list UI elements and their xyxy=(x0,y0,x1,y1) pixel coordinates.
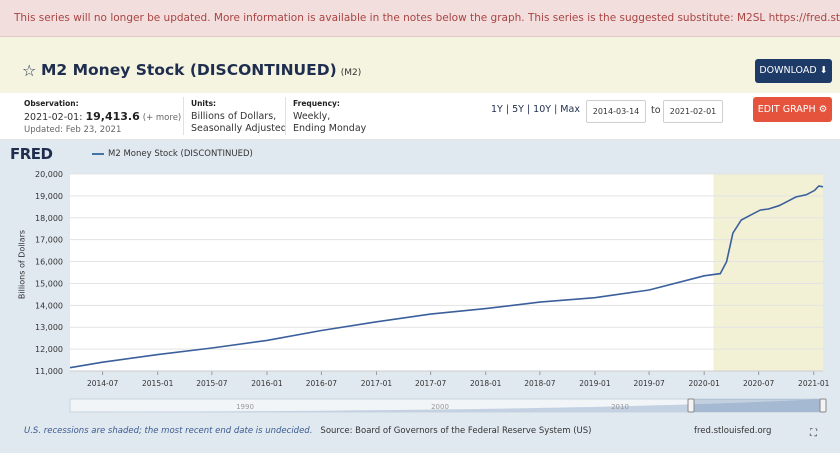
gear-icon: ⚙ xyxy=(818,104,828,115)
x-tick-label: 2016-01 xyxy=(251,379,283,388)
source-note: Source: Board of Governors of the Federa… xyxy=(320,426,592,436)
x-tick-label: 2018-07 xyxy=(524,379,556,388)
fred-logo: FRED xyxy=(10,145,53,163)
units-line1: Billions of Dollars, xyxy=(191,111,277,122)
range-selector[interactable]: 1Y | 5Y | 10Y | Max xyxy=(491,104,580,115)
end-date-input[interactable]: 2021-02-01 xyxy=(663,100,723,123)
y-tick-label: 18,000 xyxy=(35,214,63,223)
navigator-handle xyxy=(819,398,827,413)
x-tick-label: 2018-01 xyxy=(470,379,502,388)
frequency-block: Frequency: Weekly, Ending Monday xyxy=(293,98,366,135)
y-tick-label: 16,000 xyxy=(35,258,63,267)
units-label: Units: xyxy=(191,99,217,108)
observation-date: 2021-02-01: xyxy=(24,112,83,123)
chart-legend: M2 Money Stock (DISCONTINUED) xyxy=(92,149,253,159)
y-tick-label: 20,000 xyxy=(35,170,63,179)
series-code: (M2) xyxy=(340,68,362,78)
y-tick-label: 15,000 xyxy=(35,279,63,288)
frequency-line1: Weekly, xyxy=(293,111,331,122)
x-tick-label: 2017-07 xyxy=(415,379,447,388)
observation-label: Observation: xyxy=(24,99,79,108)
alert-text: This series will no longer be updated. M… xyxy=(14,12,766,24)
x-tick-label: 2020-01 xyxy=(689,379,721,388)
chart-panel: 11,000 12,000 13,000 14,000 15,000 16,000 17,0… xyxy=(0,140,840,453)
to-label: to xyxy=(651,105,661,116)
y-tick-label: 13,000 xyxy=(35,323,63,332)
x-tick-label: 2021-01 xyxy=(798,379,830,388)
edit-graph-button[interactable]: EDIT GRAPH ⚙ xyxy=(753,97,832,122)
line-chart: 11,000 12,000 13,000 14,000 15,000 16,000 17,0… xyxy=(35,170,830,413)
x-tick-label: 2015-01 xyxy=(142,379,174,388)
y-tick-label: 12,000 xyxy=(35,345,63,354)
start-date-input[interactable]: 2014-03-14 xyxy=(586,100,646,123)
navigator-label: 1990 xyxy=(236,403,254,411)
units-line2: Seasonally Adjusted xyxy=(191,123,287,134)
download-icon: ⬇ xyxy=(819,65,828,76)
frequency-label: Frequency: xyxy=(293,99,340,108)
x-tick-label: 2019-07 xyxy=(633,379,665,388)
y-tick-label: 11,000 xyxy=(35,367,63,376)
navigator-handle xyxy=(687,398,695,413)
recession-shade xyxy=(713,174,823,371)
series-meta: Observation: 2021-02-01: 19,413.6 (+ mor… xyxy=(0,93,840,140)
y-tick-label: 17,000 xyxy=(35,236,63,245)
discontinued-alert: This series will no longer be updated. M… xyxy=(0,0,840,37)
alert-substitute-link[interactable]: https://fred.stlouisfed.org/series/M2SL xyxy=(769,12,840,24)
y-tick-label: 14,000 xyxy=(35,301,63,310)
recession-note: U.S. recessions are shaded; the most rec… xyxy=(24,426,313,436)
x-tick-label: 2020-07 xyxy=(743,379,775,388)
navigator-label: 2000 xyxy=(431,403,449,411)
series-title: M2 Money Stock (DISCONTINUED) (M2) xyxy=(41,61,362,79)
legend-label: M2 Money Stock (DISCONTINUED) xyxy=(108,149,253,159)
series-title-bar: ☆ M2 Money Stock (DISCONTINUED) (M2) DOWN… xyxy=(0,37,840,93)
download-button[interactable]: DOWNLOAD ⬇ xyxy=(755,59,832,83)
y-tick-label: 19,000 xyxy=(35,192,63,201)
x-tick-label: 2015-07 xyxy=(196,379,228,388)
units-block: Units: Billions of Dollars, Seasonally A… xyxy=(191,98,287,135)
navigator-label: 2010 xyxy=(611,403,629,411)
y-axis-label: Billions of Dollars xyxy=(17,229,27,300)
observation-more-link[interactable]: (+ more) xyxy=(143,113,181,123)
navigator-selection xyxy=(691,399,823,412)
plot-area xyxy=(70,174,823,371)
updated-date: Updated: Feb 23, 2021 xyxy=(24,125,122,135)
x-tick-label: 2016-07 xyxy=(306,379,338,388)
frequency-line2: Ending Monday xyxy=(293,123,367,134)
fred-site-link[interactable]: fred.stlouisfed.org xyxy=(694,426,771,436)
observation-block: Observation: 2021-02-01: 19,413.6 (+ mor… xyxy=(24,98,181,136)
x-tick-label: 2017-01 xyxy=(361,379,393,388)
observation-value: 19,413.6 xyxy=(85,110,140,123)
legend-swatch xyxy=(92,152,104,155)
x-tick-label: 2014-07 xyxy=(87,379,119,388)
star-icon[interactable]: ☆ xyxy=(22,61,36,80)
x-tick-label: 2019-01 xyxy=(579,379,611,388)
chart-footnote: U.S. recessions are shaded; the most rec… xyxy=(24,426,591,436)
fullscreen-icon[interactable]: ⛶ xyxy=(810,428,817,439)
